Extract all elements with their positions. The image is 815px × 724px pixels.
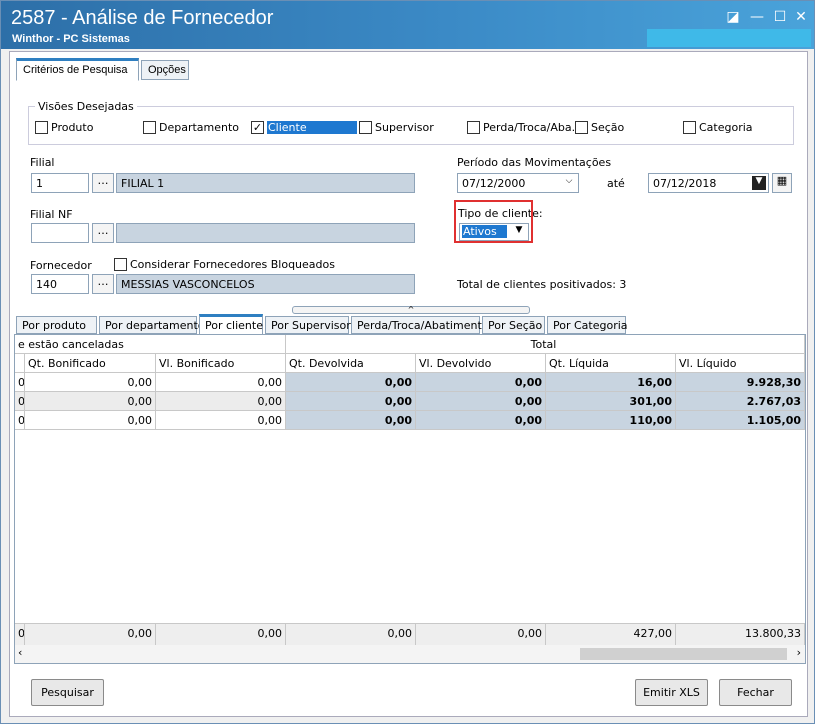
subtab-secao[interactable]: Por Seção	[482, 316, 545, 334]
emitir-xls-button[interactable]: Emitir XLS	[635, 679, 708, 706]
fornecedor-lookup-button[interactable]: …	[92, 274, 114, 294]
scroll-thumb[interactable]	[580, 648, 787, 660]
subtab-categoria[interactable]: Por Categoria	[547, 316, 628, 334]
chevron-down-icon: ⌵	[565, 176, 573, 186]
ate-label: até	[607, 177, 625, 190]
subtab-cliente[interactable]: Por cliente	[199, 314, 263, 335]
column-header[interactable]: Vl. Líquido	[676, 354, 805, 373]
group-header-total: Total	[286, 335, 805, 354]
table-cell[interactable]: 0,00	[25, 411, 156, 430]
table-cell[interactable]: 0,00	[286, 411, 416, 430]
table-cell[interactable]: 0,00	[416, 411, 546, 430]
table-cell[interactable]: 0,00	[156, 373, 286, 392]
table-cell[interactable]: 0	[15, 411, 25, 430]
visoes-label: Visões Desejadas	[35, 100, 137, 113]
filial-label: Filial	[30, 156, 55, 169]
table-cell[interactable]: 9.928,30	[676, 373, 805, 392]
calendar-icon[interactable]: ▦	[772, 173, 792, 193]
table-cell[interactable]: 2.767,03	[676, 392, 805, 411]
column-header[interactable]: Qt. Líquida	[546, 354, 676, 373]
tab-opcoes[interactable]: Opções	[141, 60, 189, 80]
tab-criterios[interactable]: Critérios de Pesquisa	[16, 58, 139, 81]
collapse-handle[interactable]: ^	[292, 306, 530, 314]
total-clientes: Total de clientes positivados: 3	[457, 278, 627, 291]
footer-cell: 0	[15, 624, 25, 646]
group-header-left: e estão canceladas	[15, 335, 286, 354]
footer-cell: 0,00	[416, 624, 546, 646]
column-header[interactable]: Vl. Devolvido	[416, 354, 546, 373]
table-cell[interactable]: 0	[15, 373, 25, 392]
column-header[interactable]	[15, 354, 25, 373]
scroll-left-icon[interactable]: ‹	[18, 646, 22, 659]
filial-input[interactable]: 1	[31, 173, 89, 193]
table-cell[interactable]: 1.105,00	[676, 411, 805, 430]
table-cell[interactable]: 0,00	[156, 411, 286, 430]
column-header[interactable]: Qt. Devolvida	[286, 354, 416, 373]
table-cell[interactable]: 16,00	[546, 373, 676, 392]
fornecedor-input[interactable]: 140	[31, 274, 89, 294]
restore-icon[interactable]: ◪	[723, 9, 743, 25]
window-title: 2587 - Análise de Fornecedor	[11, 7, 274, 29]
subtab-produto[interactable]: Por produto	[16, 316, 97, 334]
subtab-supervisor[interactable]: Por Supervisor	[265, 316, 351, 334]
fornecedor-desc: MESSIAS VASCONCELOS	[116, 274, 415, 294]
table-cell[interactable]: 0,00	[416, 392, 546, 411]
table-cell[interactable]: 0,00	[416, 373, 546, 392]
table-cell[interactable]: 110,00	[546, 411, 676, 430]
filialnf-label: Filial NF	[30, 208, 73, 221]
table-cell[interactable]: 0,00	[286, 373, 416, 392]
filial-lookup-button[interactable]: …	[92, 173, 114, 193]
periodo-start-input[interactable]: 07/12/2000 ⌵	[457, 173, 579, 193]
main-window: 2587 - Análise de Fornecedor Winthor - P…	[0, 0, 815, 724]
footer-cell: 0,00	[286, 624, 416, 646]
filial-desc: FILIAL 1	[116, 173, 415, 193]
footer-cell: 0,00	[156, 624, 286, 646]
table-cell[interactable]: 301,00	[546, 392, 676, 411]
data-grid[interactable]: e estão canceladas Total Qt. Bonificado …	[14, 334, 806, 664]
minimize-button[interactable]: —	[747, 9, 767, 25]
table-cell[interactable]: 0,00	[25, 373, 156, 392]
close-button[interactable]: ✕	[791, 9, 811, 25]
table-cell[interactable]: 0	[15, 392, 25, 411]
pesquisar-button[interactable]: Pesquisar	[31, 679, 104, 706]
table-cell[interactable]: 0,00	[156, 392, 286, 411]
maximize-button[interactable]: ☐	[770, 9, 790, 25]
filialnf-lookup-button[interactable]: …	[92, 223, 114, 243]
column-header[interactable]: Vl. Bonificado	[156, 354, 286, 373]
column-header[interactable]: Qt. Bonificado	[25, 354, 156, 373]
fornecedor-label: Fornecedor	[30, 259, 92, 272]
filialnf-input[interactable]	[31, 223, 89, 243]
fechar-button[interactable]: Fechar	[719, 679, 792, 706]
footer-cell: 13.800,33	[676, 624, 805, 646]
table-cell[interactable]: 0,00	[25, 392, 156, 411]
dropdown-arrow-icon: ▼	[752, 176, 766, 190]
periodo-end-input[interactable]: 07/12/2018 ▼	[648, 173, 769, 193]
footer-cell: 427,00	[546, 624, 676, 646]
scroll-right-icon[interactable]: ›	[797, 646, 801, 659]
title-accent	[647, 29, 811, 47]
highlight-box	[454, 200, 533, 243]
subtab-perda[interactable]: Perda/Troca/Abatimento	[351, 316, 489, 334]
subtab-departamento[interactable]: Por departamento	[99, 316, 205, 334]
footer-row: 0 0,00 0,00 0,00 0,00 427,00 13.800,33	[15, 623, 805, 646]
filialnf-desc	[116, 223, 415, 243]
periodo-label: Período das Movimentações	[457, 156, 612, 169]
footer-cell: 0,00	[25, 624, 156, 646]
horizontal-scrollbar[interactable]: ‹ ›	[15, 645, 805, 663]
title-bar: 2587 - Análise de Fornecedor Winthor - P…	[1, 1, 814, 49]
window-subtitle: Winthor - PC Sistemas	[12, 33, 130, 45]
table-cell[interactable]: 0,00	[286, 392, 416, 411]
